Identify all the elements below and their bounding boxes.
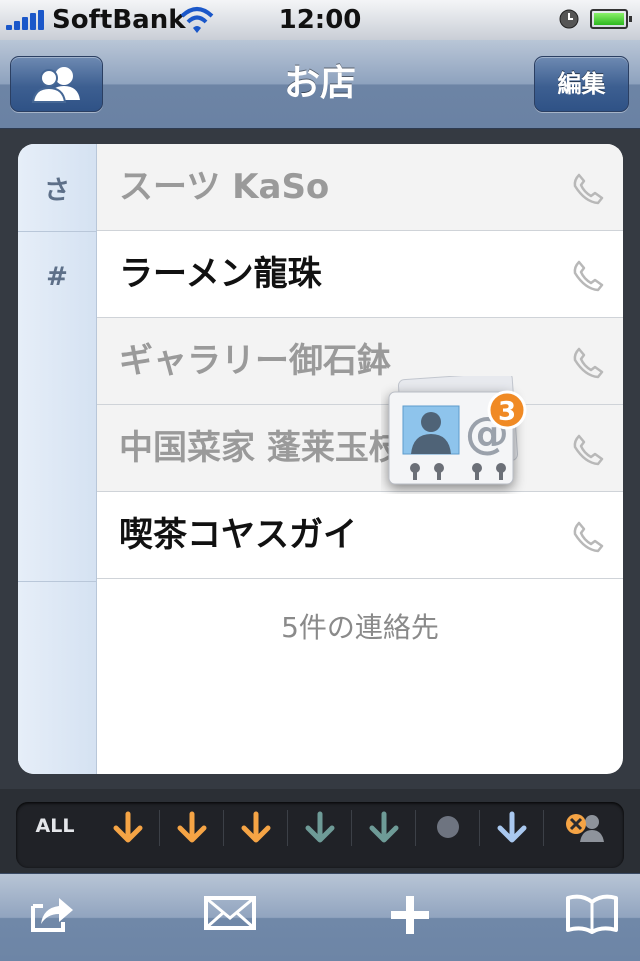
contact-name: ギャラリー御石鉢 — [119, 341, 391, 381]
filter-blue[interactable] — [482, 802, 542, 868]
share-button[interactable] — [22, 892, 82, 942]
no-group-person-icon — [566, 814, 604, 842]
badge-count: 3 — [498, 397, 516, 427]
index-letter-sa[interactable]: さ — [18, 170, 96, 207]
status-time: 12:00 — [278, 5, 362, 35]
filter-teal-2[interactable] — [354, 802, 414, 868]
add-contact-button[interactable] — [380, 892, 440, 942]
phone-icon[interactable] — [571, 433, 605, 467]
vcard-drag-icon[interactable]: @ 3 — [381, 372, 531, 494]
phone-icon[interactable] — [571, 259, 605, 293]
filter-orange-2[interactable] — [162, 802, 222, 868]
contact-count: 5件の連絡先 — [281, 611, 439, 644]
contact-row[interactable]: スーツ KaSo — [97, 144, 623, 231]
index-letter-hash[interactable]: # — [18, 262, 96, 292]
contact-name: ラーメン龍珠 — [119, 254, 322, 294]
contact-name: 喫茶コヤスガイ — [119, 515, 357, 555]
section-index: さ # — [18, 144, 97, 774]
navigation-bar: お店 編集 — [0, 40, 640, 129]
filter-no-group[interactable] — [550, 802, 610, 868]
arrow-down-icon — [177, 811, 207, 843]
contacts-list: さ # スーツ KaSo ラーメン龍珠 ギャラリー御石鉢 中国菜家 蓬莱玉枝 喫… — [18, 144, 623, 774]
contact-card-icon: @ 3 — [388, 372, 527, 485]
edit-button[interactable]: 編集 — [534, 56, 629, 112]
filter-orange-1[interactable] — [98, 802, 158, 868]
dot-icon — [437, 816, 459, 838]
filter-teal-1[interactable] — [290, 802, 350, 868]
contact-row[interactable]: ラーメン龍珠 — [97, 231, 623, 318]
filter-all-button[interactable]: ALL — [16, 802, 94, 868]
contact-row[interactable]: 中国菜家 蓬莱玉枝 — [97, 405, 623, 492]
phone-icon[interactable] — [571, 172, 605, 206]
filter-dot[interactable] — [418, 802, 478, 868]
book-icon — [566, 894, 618, 934]
phone-icon[interactable] — [571, 520, 605, 554]
contact-name: スーツ KaSo — [119, 167, 330, 207]
contact-name: 中国菜家 蓬莱玉枝 — [119, 428, 403, 468]
filter-orange-3[interactable] — [226, 802, 286, 868]
bottom-toolbar — [0, 873, 640, 961]
bookmarks-button[interactable] — [562, 892, 622, 942]
contacts-panel: さ # スーツ KaSo ラーメン龍珠 ギャラリー御石鉢 中国菜家 蓬莱玉枝 喫… — [0, 129, 640, 789]
mail-icon — [204, 896, 256, 930]
contact-row[interactable]: ギャラリー御石鉢 — [97, 318, 623, 405]
filter-bar: ALL — [16, 802, 624, 868]
battery-full-icon — [590, 9, 632, 29]
alarm-clock-icon — [559, 9, 579, 29]
arrow-down-icon — [113, 811, 143, 843]
status-bar: SoftBank 12:00 — [0, 0, 640, 40]
arrow-down-icon — [497, 811, 527, 843]
share-icon — [31, 898, 73, 932]
arrow-down-icon — [241, 811, 271, 843]
contact-row[interactable]: 喫茶コヤスガイ — [97, 492, 623, 579]
phone-icon[interactable] — [571, 346, 605, 380]
arrow-down-icon — [305, 811, 335, 843]
mail-button[interactable] — [200, 892, 260, 942]
plus-icon — [391, 896, 429, 934]
arrow-down-icon — [369, 811, 399, 843]
